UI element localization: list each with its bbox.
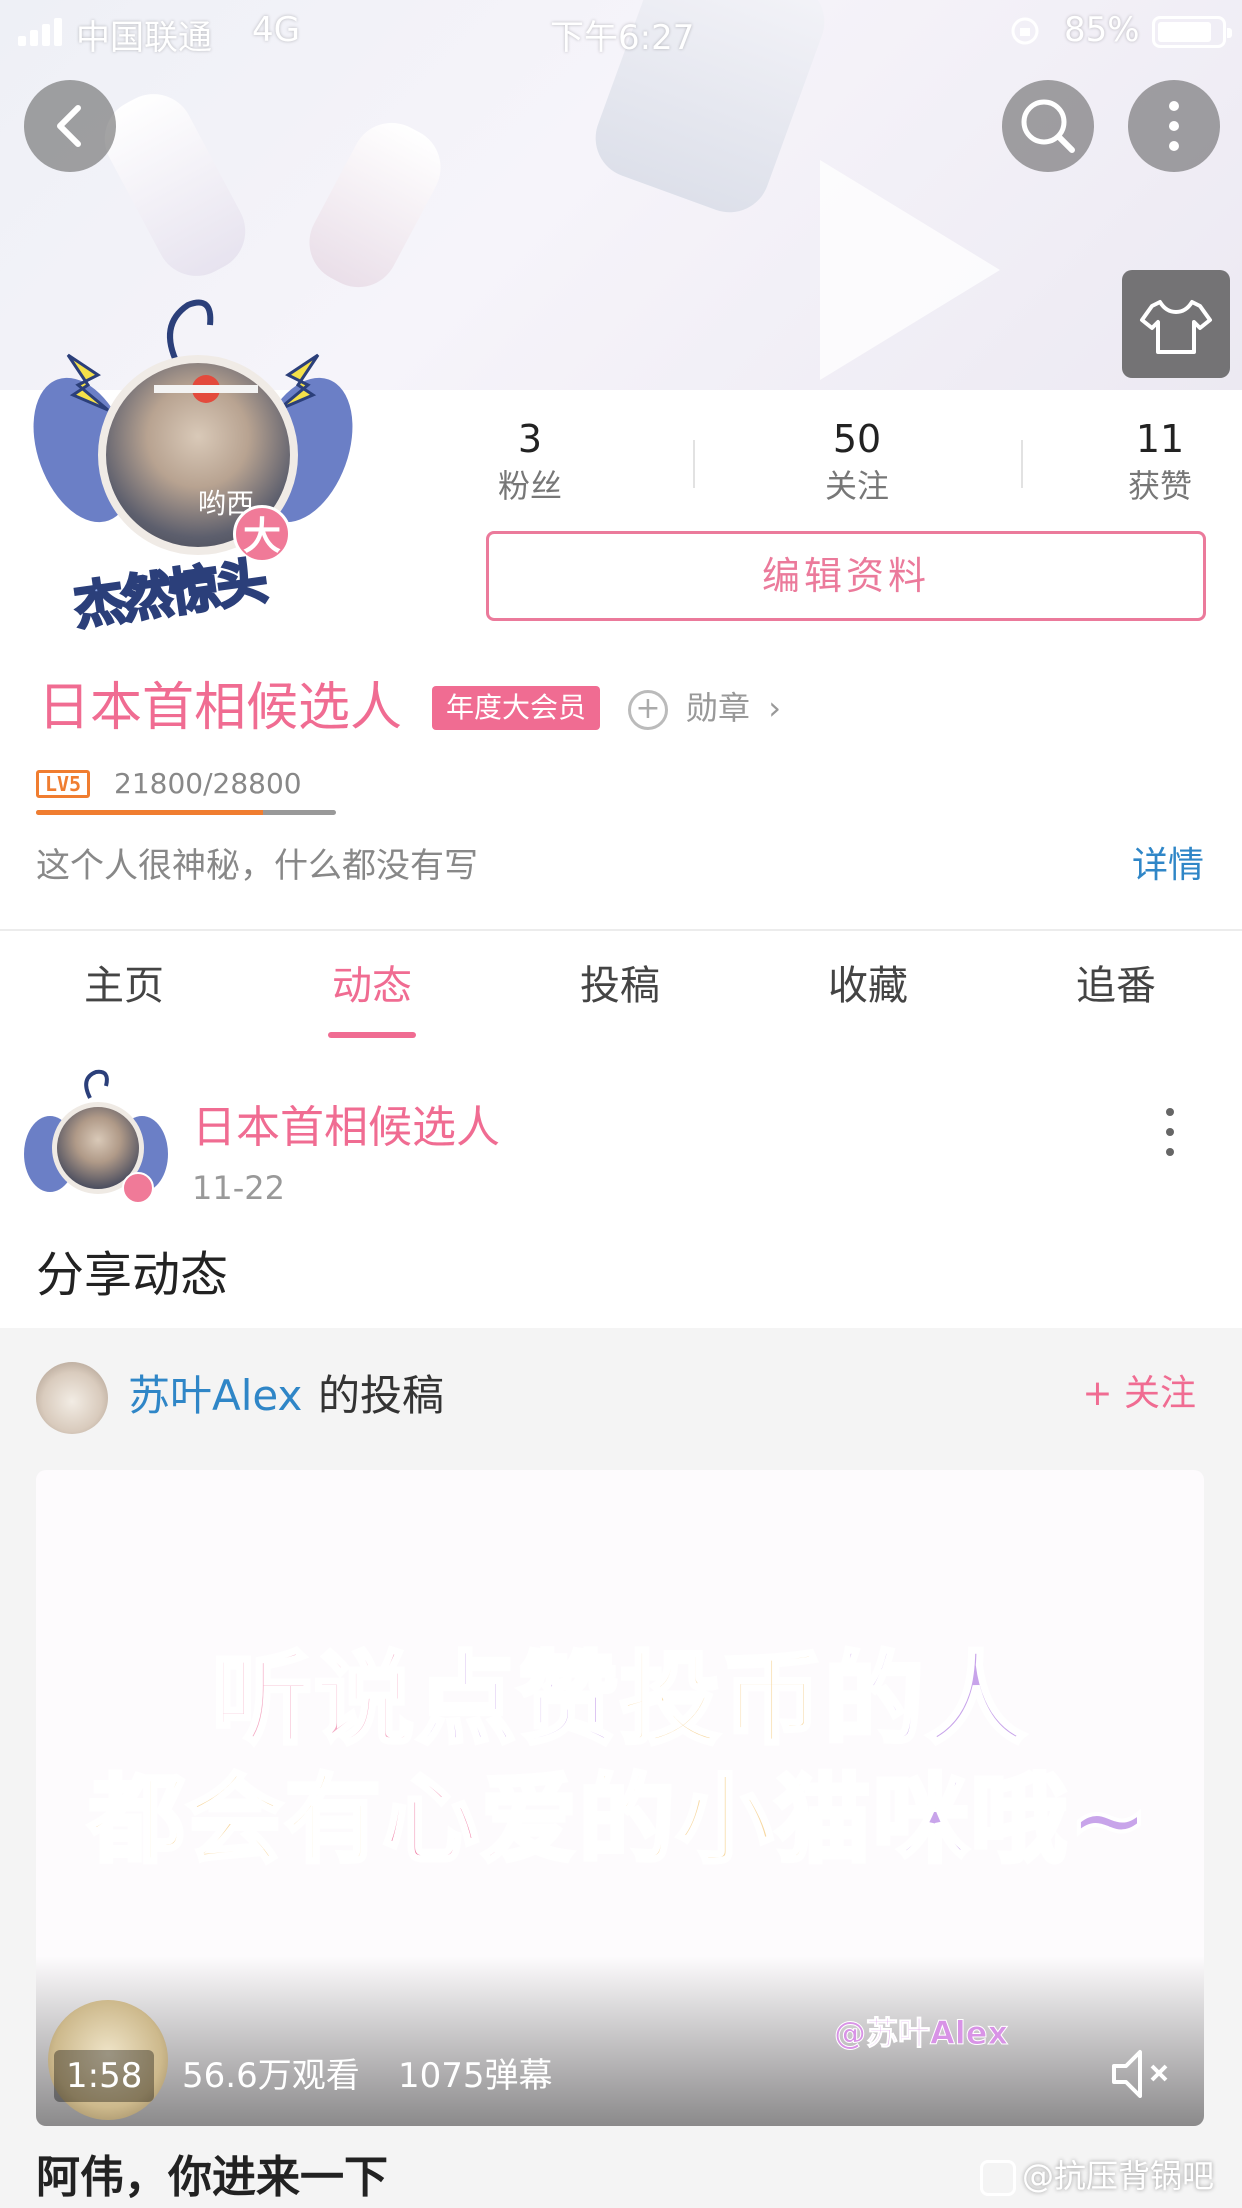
following-count: 50: [832, 417, 882, 461]
uploader-name[interactable]: 苏叶Alex: [128, 1366, 302, 1426]
chevron-right-icon: ›: [768, 689, 781, 727]
orientation-lock-icon: [1011, 17, 1039, 45]
signal-icon: [18, 18, 66, 46]
avatar[interactable]: 哟西 大 杰然惊头: [15, 295, 371, 638]
chevron-left-icon: [57, 105, 81, 147]
clock: 下午6:27: [550, 18, 695, 58]
banner-decoration: [295, 108, 455, 302]
tab-uploads[interactable]: 投稿: [520, 958, 720, 1014]
theme-button[interactable]: [1122, 270, 1230, 378]
level-badge: LV5: [36, 770, 90, 798]
likes-count: 11: [1135, 417, 1185, 461]
post-more-button[interactable]: [1160, 1108, 1180, 1158]
likes-stat[interactable]: 11 获赞: [1060, 412, 1242, 506]
following-label: 关注: [824, 467, 889, 505]
tab-dynamics[interactable]: 动态: [272, 958, 472, 1014]
uploader-avatar[interactable]: [36, 1362, 108, 1434]
volume-mute-icon[interactable]: [1106, 2044, 1176, 2104]
site-watermark: @抗压背锅吧: [980, 2150, 1214, 2202]
follow-button[interactable]: + 关注: [1082, 1366, 1196, 1422]
post-text: 分享动态: [36, 1247, 229, 1303]
tab-bangumi[interactable]: 追番: [1016, 958, 1216, 1014]
weibo-icon: [980, 2160, 1016, 2196]
carrier-label: 中国联通: [76, 18, 212, 58]
following-stat[interactable]: 50 关注: [757, 412, 957, 506]
more-vertical-icon: [1169, 101, 1179, 151]
repost-suffix: 的投稿: [318, 1371, 445, 1420]
tab-favorites[interactable]: 收藏: [768, 958, 968, 1014]
medal-icon: +: [628, 690, 668, 730]
exp-text: 21800/28800: [114, 767, 302, 800]
video-title[interactable]: 阿伟，你进来一下: [36, 2148, 388, 2208]
edit-profile-button[interactable]: 编辑资料: [486, 531, 1206, 621]
detail-link[interactable]: 详情: [1132, 840, 1204, 892]
video-caption-line: 都会有心爱的小猫咪哦~: [87, 1762, 1152, 1878]
post-date: 11-22: [192, 1169, 285, 1207]
battery-percent: 85%: [1064, 10, 1140, 50]
stat-divider: [1021, 440, 1023, 488]
back-button[interactable]: [24, 80, 116, 172]
tab-home[interactable]: 主页: [24, 958, 224, 1014]
exp-progress-bar: [36, 810, 336, 815]
fans-count: 3: [517, 417, 543, 461]
stat-divider: [693, 440, 695, 488]
network-label: 4G: [252, 10, 300, 50]
bio-text: 这个人很神秘，什么都没有写: [36, 846, 478, 886]
battery-icon: [1152, 16, 1232, 48]
more-button[interactable]: [1128, 80, 1220, 172]
video-duration: 1:58: [54, 2050, 155, 2102]
search-button[interactable]: [1002, 80, 1094, 172]
video-caption-line: 听说点赞投币的人: [210, 1639, 1028, 1760]
exp-progress-fill: [36, 810, 264, 815]
tshirt-icon: [1140, 300, 1212, 354]
vip-badge[interactable]: 年度大会员: [432, 686, 601, 730]
profile-tabs: 主页 动态 投稿 收藏 追番: [0, 930, 1242, 1050]
profile-name: 日本首相候选人: [38, 678, 403, 738]
fans-stat[interactable]: 3 粉丝: [430, 412, 630, 506]
video-danmaku-count: 1075弹幕: [398, 2056, 553, 2096]
status-bar: 中国联通 4G 下午6:27 85%: [0, 0, 1242, 62]
post-author-name[interactable]: 日本首相候选人: [192, 1098, 500, 1158]
medal-label: 勋章: [686, 689, 751, 727]
avatar-caption: 杰然惊头: [69, 550, 270, 637]
active-tab-indicator: [328, 1032, 416, 1038]
play-triangle-decoration: [820, 160, 1000, 380]
video-thumbnail[interactable]: 听说点赞投币的人 都会有心爱的小猫咪哦~ @苏叶Alex 1:58 56.6万观…: [36, 1470, 1204, 2126]
post-author-avatar[interactable]: [16, 1068, 176, 1228]
fans-label: 粉丝: [497, 467, 562, 505]
medal-link[interactable]: + 勋章 ›: [628, 684, 781, 732]
video-watermark: @苏叶Alex: [833, 2014, 1009, 2053]
video-views: 56.6万观看: [182, 2056, 360, 2096]
search-icon: [1021, 99, 1075, 153]
avatar-badge: [122, 1172, 154, 1204]
likes-label: 获赞: [1127, 467, 1192, 505]
